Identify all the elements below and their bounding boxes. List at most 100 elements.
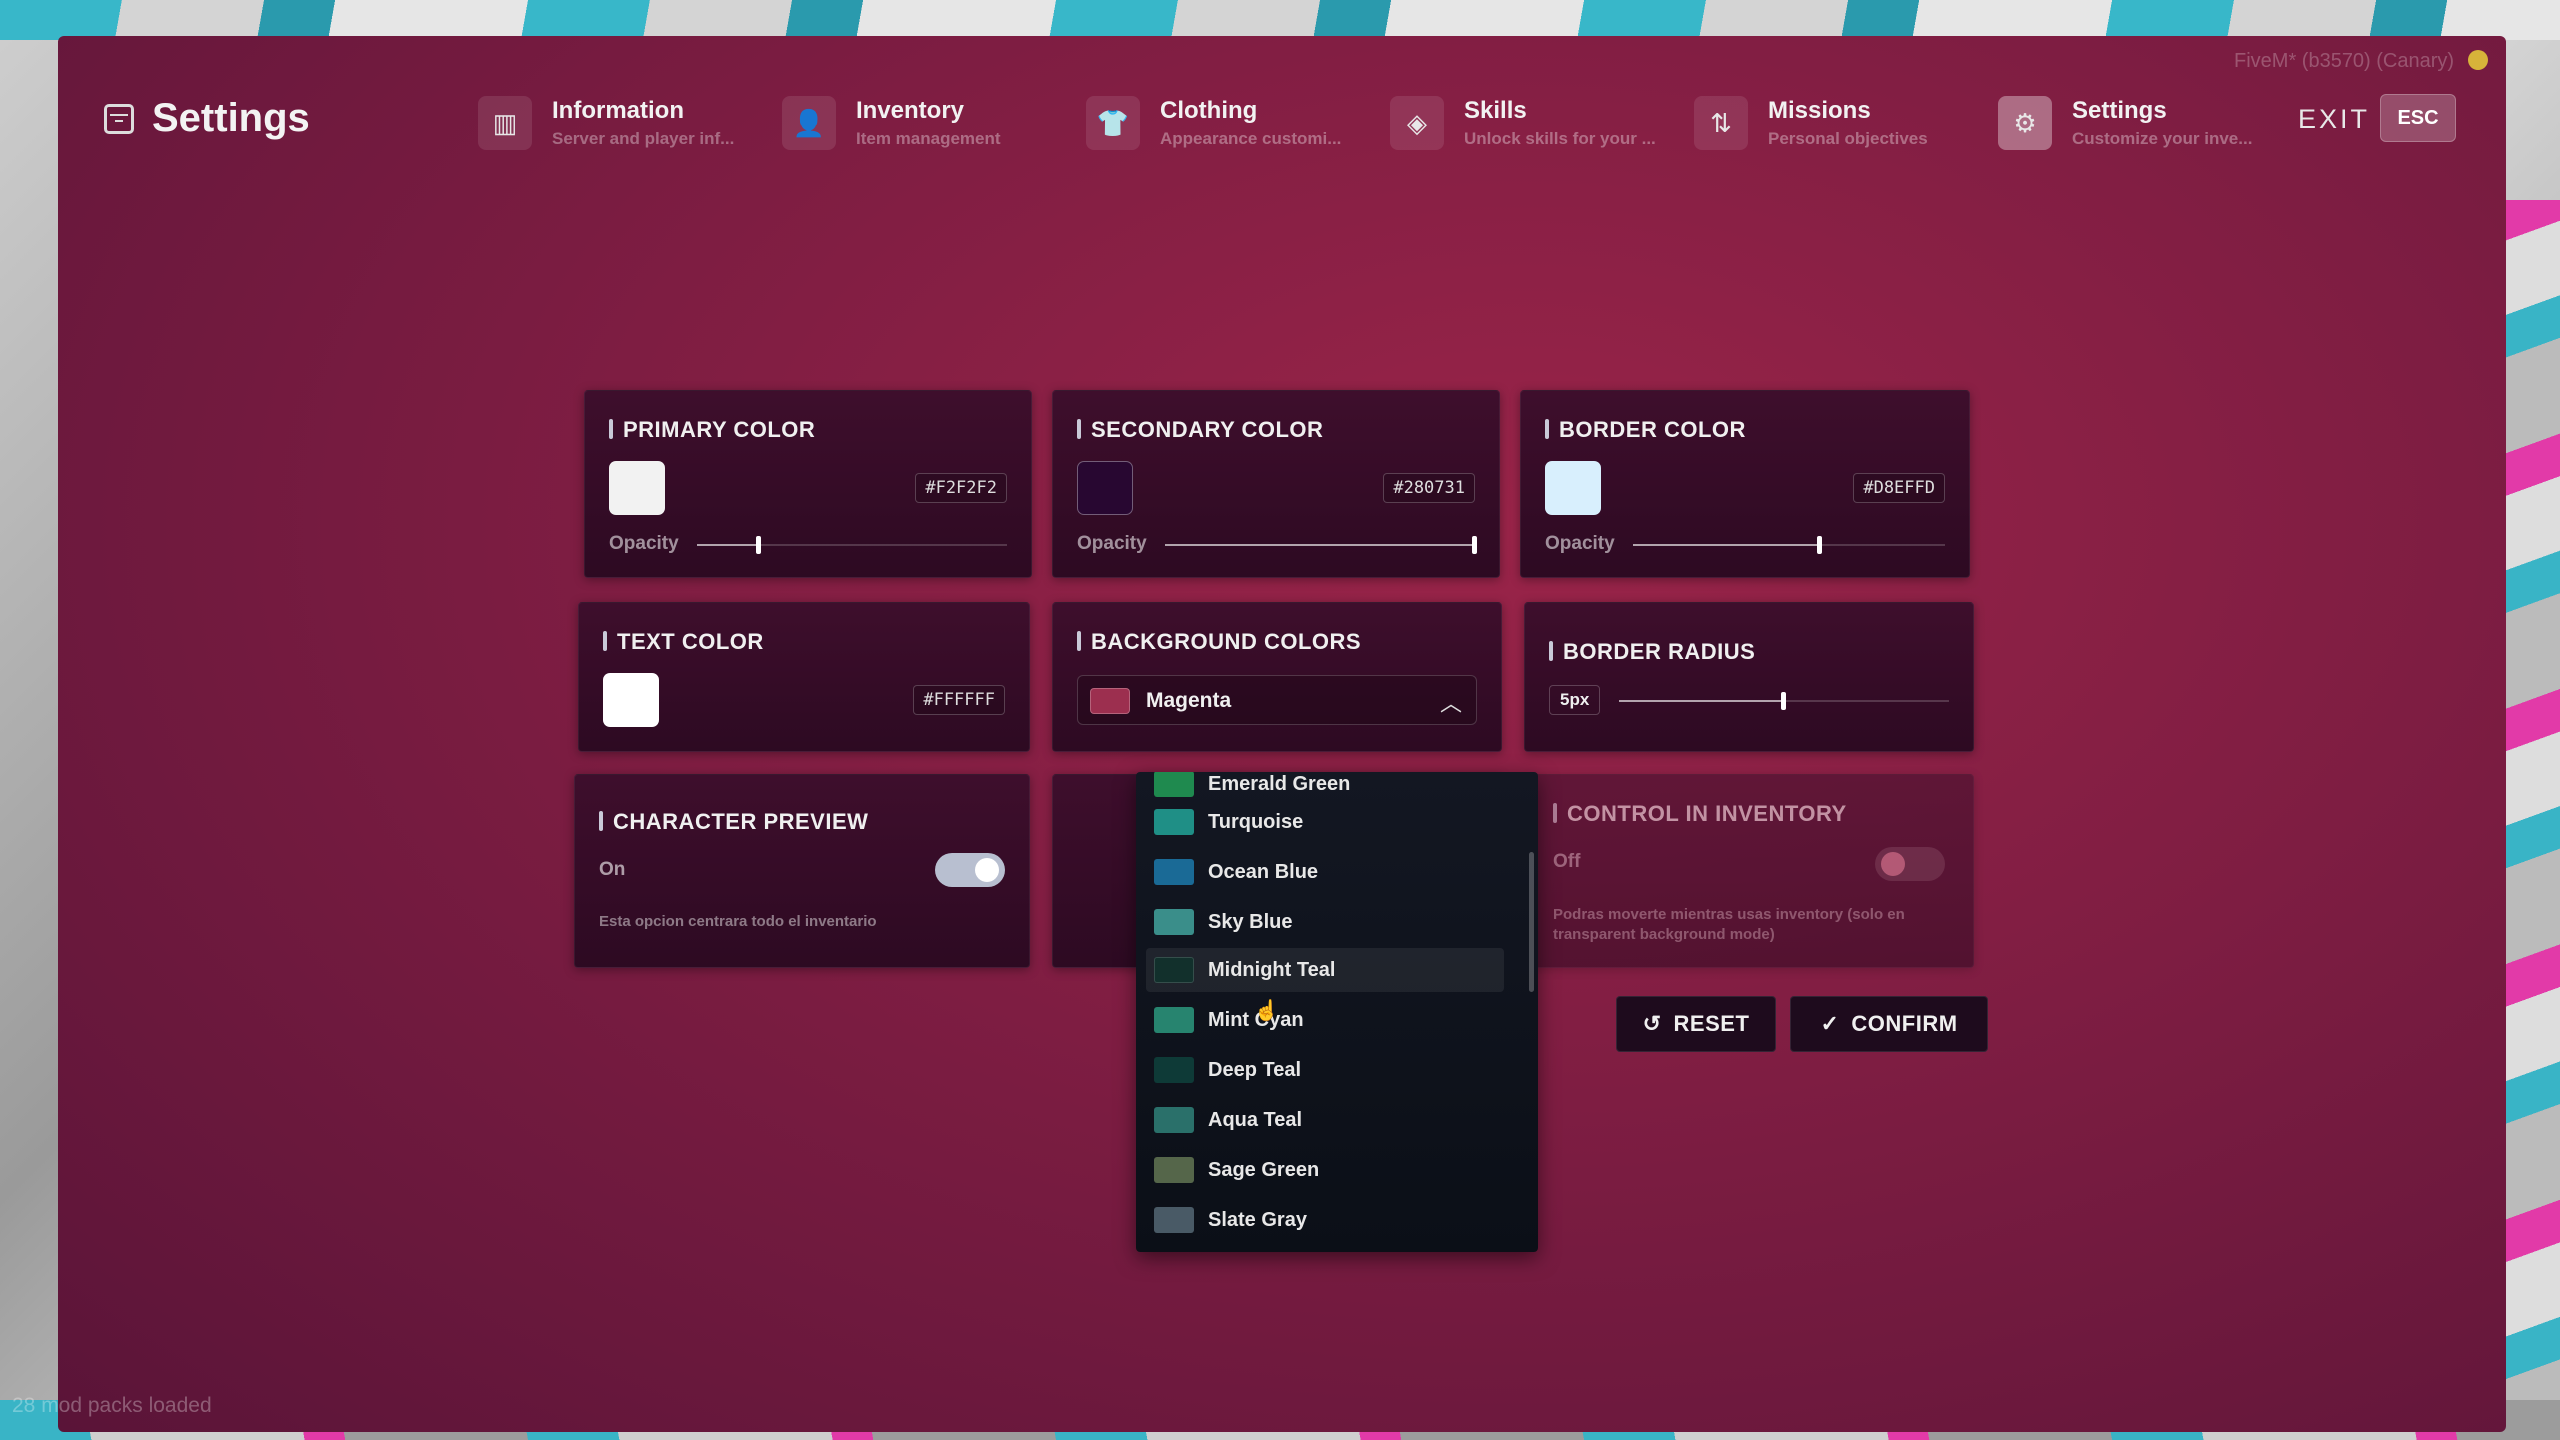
border-radius-slider[interactable] xyxy=(1619,692,1949,710)
option-label: Emerald Green xyxy=(1208,772,1351,795)
tab-label: Clothing xyxy=(1160,97,1258,124)
option-label: Sage Green xyxy=(1208,1158,1320,1181)
confirm-button[interactable]: ✓ CONFIRM xyxy=(1790,996,1988,1052)
option-label: Aqua Teal xyxy=(1208,1108,1303,1131)
background-art-right xyxy=(2500,200,2560,1440)
character-preview-card: CHARACTER PREVIEW On Esta opcion centrar… xyxy=(574,774,1030,968)
option-slate-gray[interactable]: Slate Gray xyxy=(1146,1198,1504,1242)
option-swatch xyxy=(1154,1107,1194,1133)
border-opacity-slider[interactable] xyxy=(1633,536,1945,554)
footer-status: 28 mod packs loaded xyxy=(12,1394,212,1417)
primary-color-hex[interactable]: #F2F2F2 xyxy=(915,473,1007,503)
option-swatch xyxy=(1154,1057,1194,1083)
layers-icon: ◈ xyxy=(1390,96,1444,150)
shirt-icon: 👕 xyxy=(1086,96,1140,150)
background-color-select[interactable]: Magenta ︿ xyxy=(1077,675,1477,725)
option-sky-blue[interactable]: Sky Blue xyxy=(1146,900,1504,944)
option-swatch xyxy=(1154,772,1194,797)
secondary-color-swatch[interactable] xyxy=(1077,461,1133,515)
border-radius-card: BORDER RADIUS 5px xyxy=(1524,602,1974,752)
tab-subtitle: Unlock skills for your ... xyxy=(1464,129,1656,148)
opacity-label: Opacity xyxy=(1545,533,1615,554)
option-swatch xyxy=(1154,1007,1194,1033)
option-label: Deep Teal xyxy=(1208,1058,1301,1081)
slider-fill xyxy=(1165,544,1475,546)
option-deep-teal[interactable]: Deep Teal xyxy=(1146,1048,1504,1092)
slider-handle[interactable] xyxy=(1817,536,1823,554)
build-status-icon xyxy=(2468,50,2488,70)
chevron-up-icon: ︿ xyxy=(1439,691,1462,716)
top-nav: ▥ Information Server and player inf... 👤 … xyxy=(478,92,2302,154)
control-inventory-card: CONTROL IN INVENTORY Off Podras moverte … xyxy=(1528,774,1974,968)
border-color-hex[interactable]: #D8EFFD xyxy=(1853,473,1945,503)
tab-label: Skills xyxy=(1464,97,1527,124)
character-preview-description: Esta opcion centrara todo el inventario xyxy=(599,913,877,930)
selected-color-label: Magenta xyxy=(1146,689,1232,712)
option-ocean-blue[interactable]: Ocean Blue xyxy=(1146,850,1504,894)
build-label: FiveM* (b3570) (Canary) xyxy=(2234,50,2455,72)
tab-settings[interactable]: ⚙ Settings Customize your inve... xyxy=(1998,92,2302,154)
tab-subtitle: Customize your inve... xyxy=(2072,129,2253,148)
tab-clothing[interactable]: 👕 Clothing Appearance customi... xyxy=(1086,92,1390,154)
card-title: SECONDARY COLOR xyxy=(1077,417,1323,443)
slider-handle[interactable] xyxy=(1781,692,1786,710)
mouse-cursor-icon: ☝ xyxy=(1254,1000,1279,1022)
tab-information[interactable]: ▥ Information Server and player inf... xyxy=(478,92,782,154)
primary-color-swatch[interactable] xyxy=(609,461,665,515)
primary-opacity-slider[interactable] xyxy=(697,536,1007,554)
control-inventory-description: Podras moverte mientras usas inventory (… xyxy=(1553,906,1905,943)
brand: Settings xyxy=(104,96,310,141)
text-color-hex[interactable]: #FFFFFF xyxy=(913,685,1005,715)
option-label: Sky Blue xyxy=(1208,910,1293,933)
reset-button[interactable]: ↺ RESET xyxy=(1616,996,1776,1052)
control-inventory-toggle[interactable] xyxy=(1875,847,1945,881)
primary-color-card: PRIMARY COLOR #F2F2F2 Opacity xyxy=(584,390,1032,578)
text-color-swatch[interactable] xyxy=(603,673,659,727)
tab-label: Information xyxy=(552,97,684,124)
tab-subtitle: Personal objectives xyxy=(1768,129,1928,148)
confirm-button-label: CONFIRM xyxy=(1851,1011,1958,1036)
tab-subtitle: Appearance customi... xyxy=(1160,129,1342,148)
option-turquoise[interactable]: Turquoise xyxy=(1146,800,1504,844)
option-mint-cyan[interactable]: Mint Cyan xyxy=(1146,998,1504,1042)
slider-handle[interactable] xyxy=(756,536,761,554)
check-icon: ✓ xyxy=(1820,1011,1840,1036)
tab-label: Missions xyxy=(1768,97,1871,124)
dropdown-scrollbar[interactable] xyxy=(1529,852,1534,992)
background-colors-card: BACKGROUND COLORS Magenta ︿ xyxy=(1052,602,1502,752)
option-swatch xyxy=(1154,1157,1194,1183)
card-title: BORDER RADIUS xyxy=(1549,639,1755,665)
map-icon: ▥ xyxy=(478,96,532,150)
tab-inventory[interactable]: 👤 Inventory Item management xyxy=(782,92,1086,154)
option-sage-green[interactable]: Sage Green xyxy=(1146,1148,1504,1192)
secondary-opacity-slider[interactable] xyxy=(1165,536,1477,554)
archive-icon xyxy=(104,103,134,134)
card-title: BACKGROUND COLORS xyxy=(1077,629,1361,655)
tab-subtitle: Item management xyxy=(856,129,1001,148)
option-label: Ocean Blue xyxy=(1208,860,1319,883)
settings-window: FiveM* (b3570) (Canary) Settings ▥ Infor… xyxy=(58,36,2506,1432)
slider-handle[interactable] xyxy=(1472,536,1477,554)
option-midnight-teal[interactable]: Midnight Teal xyxy=(1146,948,1504,992)
tab-subtitle: Server and player inf... xyxy=(552,129,735,148)
secondary-color-card: SECONDARY COLOR #280731 Opacity xyxy=(1052,390,1500,578)
card-title: TEXT COLOR xyxy=(603,629,764,655)
option-aqua-teal[interactable]: Aqua Teal xyxy=(1146,1098,1504,1142)
tab-label: Inventory xyxy=(856,97,965,124)
secondary-color-hex[interactable]: #280731 xyxy=(1383,473,1475,503)
page-title: Settings xyxy=(152,96,310,140)
esc-button[interactable]: ESC xyxy=(2380,94,2456,142)
reset-button-label: RESET xyxy=(1673,1011,1750,1036)
character-preview-toggle[interactable] xyxy=(935,853,1005,887)
card-title: CHARACTER PREVIEW xyxy=(599,809,868,835)
border-radius-value: 5px xyxy=(1549,685,1601,715)
opacity-label: Opacity xyxy=(1077,533,1147,554)
option-swatch xyxy=(1154,1207,1194,1233)
option-swatch xyxy=(1154,859,1194,885)
border-color-swatch[interactable] xyxy=(1545,461,1601,515)
option-label: Midnight Teal xyxy=(1208,958,1336,981)
background-art-top xyxy=(0,0,2560,40)
tab-missions[interactable]: ⇅ Missions Personal objectives xyxy=(1694,92,1998,154)
tab-skills[interactable]: ◈ Skills Unlock skills for your ... xyxy=(1390,92,1694,154)
text-color-card: TEXT COLOR #FFFFFF xyxy=(578,602,1030,752)
